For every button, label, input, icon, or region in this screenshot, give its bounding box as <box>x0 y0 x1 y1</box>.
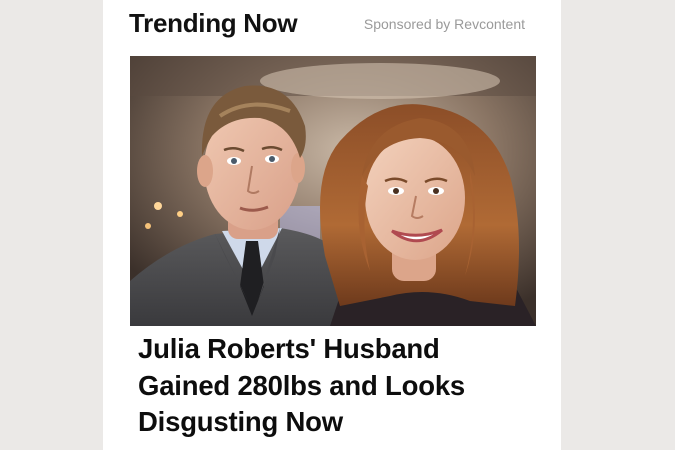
article-headline[interactable]: Julia Roberts' Husband Gained 280lbs and… <box>138 331 538 441</box>
trending-widget-card: Trending Now Sponsored by Revcontent Jul… <box>103 0 561 450</box>
widget-heading: Trending Now <box>129 8 298 38</box>
photo-couple-image <box>130 56 536 326</box>
widget-header: Trending Now Sponsored by Revcontent <box>103 0 561 52</box>
sponsored-by-link[interactable]: Sponsored by Revcontent <box>364 16 525 32</box>
article-image[interactable] <box>130 56 536 326</box>
